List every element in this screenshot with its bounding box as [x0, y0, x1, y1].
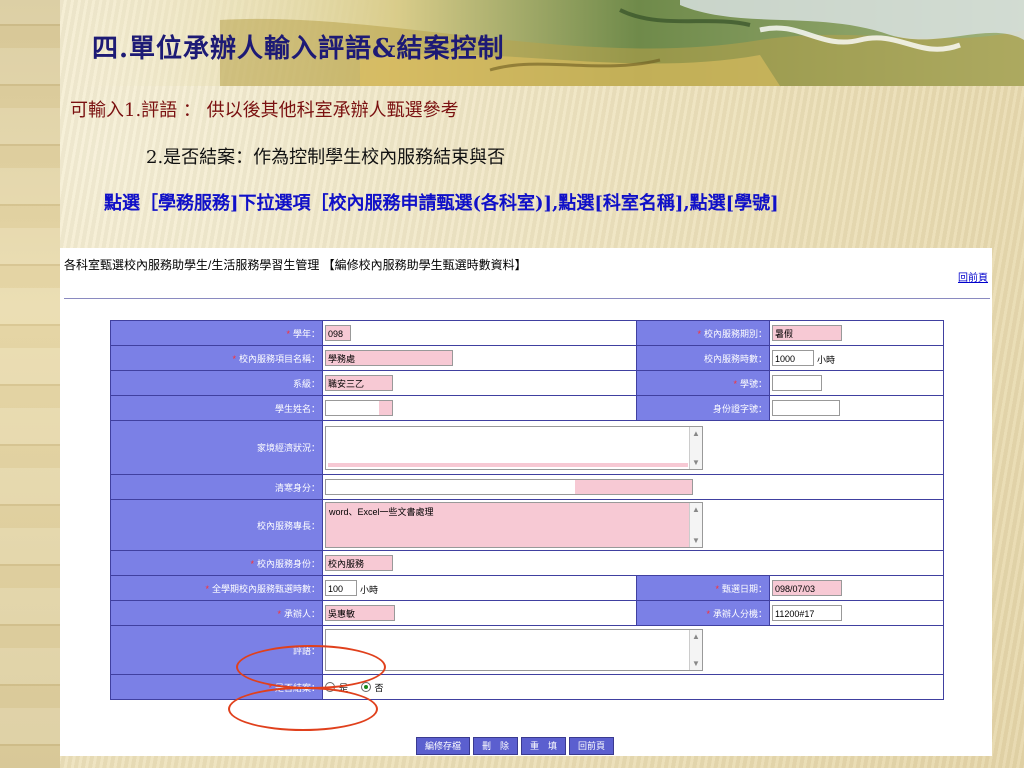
item-label: * 校內服務項目名稱： — [110, 345, 323, 371]
hours-label: 校內服務時數： — [636, 345, 770, 371]
handler-field[interactable]: 吳惠敏 — [325, 605, 395, 621]
textarea-scrollbar[interactable]: ▲ ▼ — [689, 426, 702, 469]
dept-label: 系級： — [110, 370, 323, 396]
form-row: * 校內服務項目名稱： 學務處 校內服務時數： 1000 小時 — [110, 345, 944, 371]
name-field[interactable] — [325, 400, 393, 416]
edit-form: * 學年： 098 * 校內服務期別： 暑假 * 校內服務項目名稱： 學務處 校內服務… — [110, 320, 944, 700]
closed-no-radio[interactable] — [360, 682, 371, 692]
back-button[interactable]: 回前頁 — [569, 737, 615, 755]
form-row: * 校內服務身份： 校內服務 — [110, 550, 944, 576]
header-divider — [64, 298, 990, 299]
year-label: * 學年： — [110, 320, 323, 346]
form-row: * 學年： 098 * 校內服務期別： 暑假 — [110, 320, 944, 346]
closed-no-label: 否 — [374, 682, 384, 693]
year-field[interactable]: 098 — [325, 325, 351, 341]
form-row: 校內服務專長： word、Excel一些文書處理 ▲ ▼ — [110, 499, 944, 551]
comment-highlight-oval — [236, 645, 386, 689]
form-row: * 是否結案： 是 否 — [110, 674, 944, 700]
page-header: 各科室甄選校內服務助學生/生活服務學習生管理 【編修校內服務助學生甄選時數資料】 — [64, 258, 527, 272]
role-field[interactable]: 校內服務 — [325, 555, 393, 571]
screenshot-panel: 各科室甄選校內服務助學生/生活服務學習生管理 【編修校內服務助學生甄選時數資料】… — [60, 248, 992, 756]
sem-hours-unit: 小時 — [360, 585, 379, 595]
sem-hours-field[interactable]: 100 — [325, 580, 357, 596]
button-row: 編修存檔刪 除重 填回前頁 — [416, 734, 617, 755]
save-button[interactable]: 編修存檔 — [416, 737, 471, 755]
slide-text-closure: 2.是否結案：作為控制學生校內服務結束與否 — [146, 147, 506, 168]
sem-hours-label: * 全學期校內服務甄選時數： — [110, 575, 323, 601]
dept-field[interactable]: 職安三乙 — [325, 375, 393, 391]
form-row: 學生姓名： 身份證字號： — [110, 395, 944, 421]
form-row: 家境經濟狀況： ▲ ▼ — [110, 420, 944, 475]
handler-label: * 承辦人： — [110, 600, 323, 626]
name-label: 學生姓名： — [110, 395, 323, 421]
role-label: * 校內服務身份： — [110, 550, 323, 576]
form-row: 清寒身分： — [110, 474, 944, 500]
form-row: * 承辦人： 吳惠敏 * 承辦人分機： 11200#17 — [110, 600, 944, 626]
form-row: 系級： 職安三乙 * 學號： — [110, 370, 944, 396]
ext-label: * 承辦人分機： — [636, 600, 770, 626]
poor-label: 清寒身分： — [110, 474, 323, 500]
reset-button[interactable]: 重 填 — [521, 737, 567, 755]
hours-field[interactable]: 1000 — [772, 350, 814, 366]
slide-text-instructions: 點選［學務服務]下拉選項［校內服務申請甄選(各科室)],點選[科室名稱],點選[… — [104, 193, 779, 214]
textarea-scrollbar[interactable]: ▲ ▼ — [689, 503, 702, 547]
delete-button[interactable]: 刪 除 — [473, 737, 519, 755]
period-label: * 校內服務期別： — [636, 320, 770, 346]
slide-text-comment: 可輸入1.評語 ： 供以後其他科室承辦人甄選參考 — [70, 100, 459, 121]
select-date-field[interactable]: 098/07/03 — [772, 580, 842, 596]
closure-highlight-oval — [228, 687, 378, 731]
back-link[interactable]: 回前頁 — [958, 269, 988, 284]
poor-field[interactable] — [325, 479, 693, 495]
skill-label: 校內服務專長： — [110, 499, 323, 551]
slide-title: 四.單位承辦人輸入評語&結案控制 — [92, 34, 505, 64]
skill-textarea[interactable]: word、Excel一些文書處理 ▲ ▼ — [325, 502, 703, 548]
form-row: * 全學期校內服務甄選時數： 100 小時 * 甄選日期： 098/07/03 — [110, 575, 944, 601]
hours-unit: 小時 — [817, 355, 836, 365]
period-field[interactable]: 暑假 — [772, 325, 842, 341]
textarea-scrollbar[interactable]: ▲ ▼ — [689, 630, 702, 670]
ext-field[interactable]: 11200#17 — [772, 605, 842, 621]
item-field[interactable]: 學務處 — [325, 350, 453, 366]
student-id-label: * 學號： — [636, 370, 770, 396]
slide-left-texture — [0, 0, 60, 768]
id-no-label: 身份證字號： — [636, 395, 770, 421]
family-label: 家境經濟狀況： — [110, 420, 323, 475]
student-id-field[interactable] — [772, 375, 822, 391]
family-textarea[interactable]: ▲ ▼ — [325, 425, 703, 470]
id-no-field[interactable] — [772, 400, 840, 416]
select-date-label: * 甄選日期： — [636, 575, 770, 601]
